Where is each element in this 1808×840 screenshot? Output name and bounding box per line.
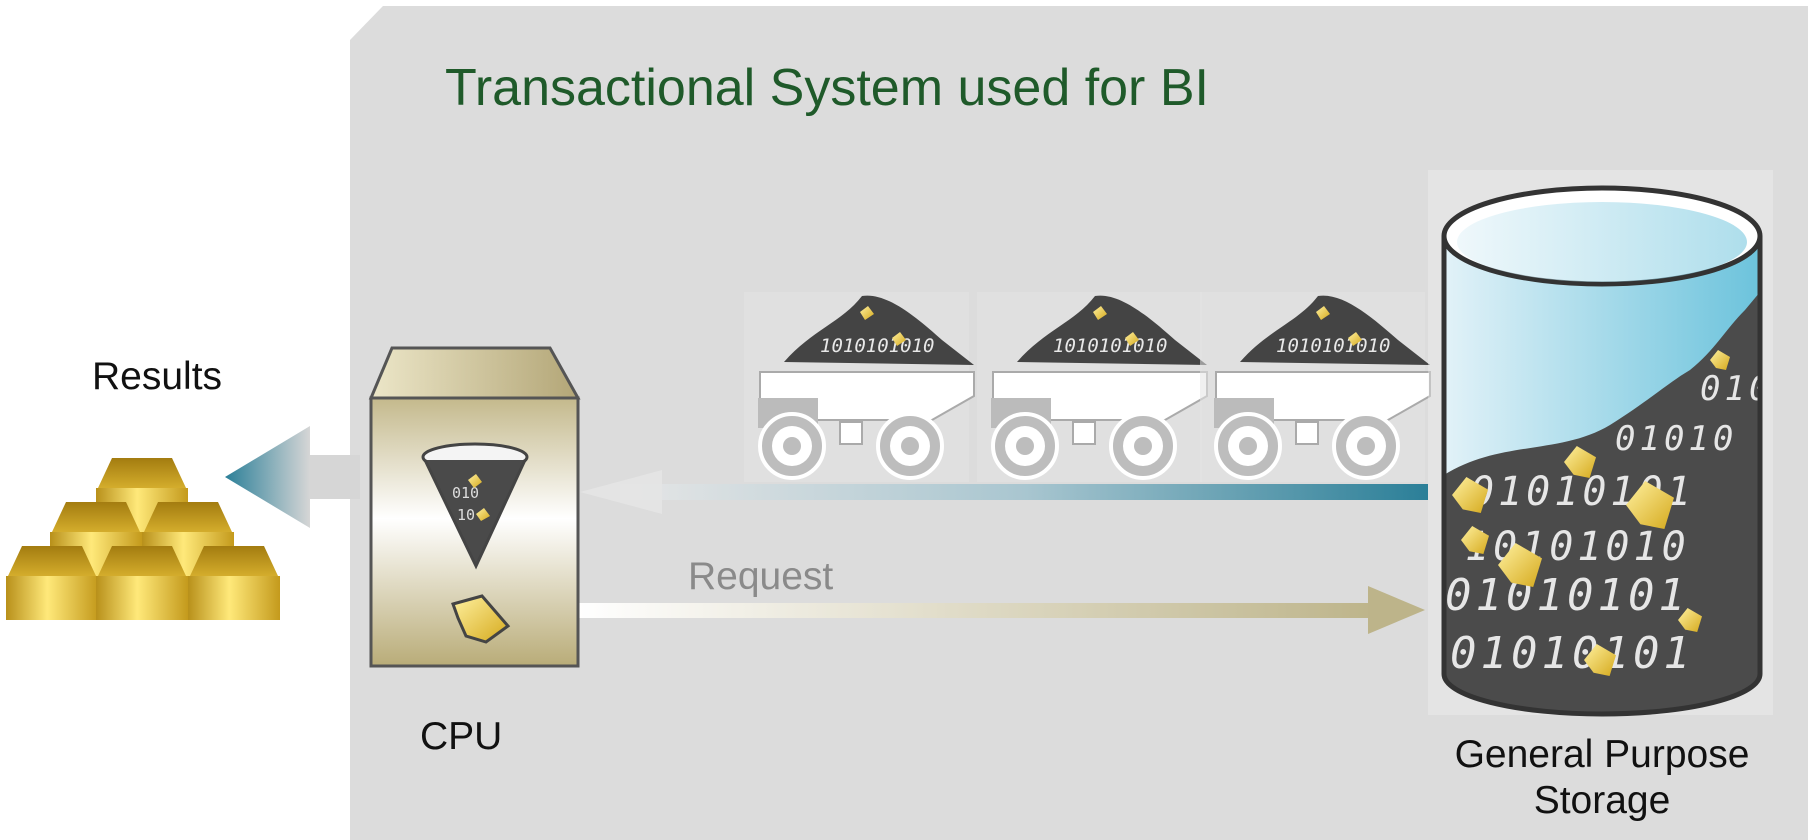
request-label: Request bbox=[688, 555, 834, 598]
svg-text:01010: 01010 bbox=[1615, 419, 1737, 459]
results-label: Results bbox=[92, 355, 223, 398]
bi-diagram: 010 10 1010101010 1010101010 1010101010 01… bbox=[6, 6, 1808, 840]
svg-text:10: 10 bbox=[457, 506, 475, 524]
storage-label: General Purpose Storage bbox=[1432, 732, 1772, 824]
ore-truck-icon: 1010101010 bbox=[744, 292, 975, 482]
ore-truck-icon: 1010101010 bbox=[1200, 292, 1431, 482]
cpu-icon: 010 10 bbox=[368, 346, 581, 668]
gold-bar bbox=[188, 546, 280, 620]
ore-trucks: 1010101010 1010101010 1010101010 bbox=[744, 292, 1431, 482]
cpu-label: CPU bbox=[420, 715, 503, 758]
storage-label-line2: Storage bbox=[1533, 779, 1671, 822]
gold-bar bbox=[96, 546, 188, 620]
results-arrow bbox=[225, 426, 360, 528]
storage-cylinder-icon: 0101010100101010110101010010101010101010… bbox=[1428, 170, 1773, 717]
gold-bar bbox=[6, 546, 98, 620]
svg-text:01010101: 01010101 bbox=[1445, 570, 1689, 621]
svg-text:10101010: 10101010 bbox=[1465, 524, 1690, 570]
svg-text:01010101: 01010101 bbox=[1450, 628, 1694, 679]
ore-truck-icon: 1010101010 bbox=[977, 292, 1208, 482]
svg-text:1010101010: 1010101010 bbox=[1276, 335, 1390, 357]
svg-text:1010101010: 1010101010 bbox=[820, 335, 934, 357]
storage-label-line1: General Purpose bbox=[1454, 733, 1750, 776]
svg-text:1010101010: 1010101010 bbox=[1053, 335, 1167, 357]
diagram-title: Transactional System used for BI bbox=[445, 59, 1209, 117]
